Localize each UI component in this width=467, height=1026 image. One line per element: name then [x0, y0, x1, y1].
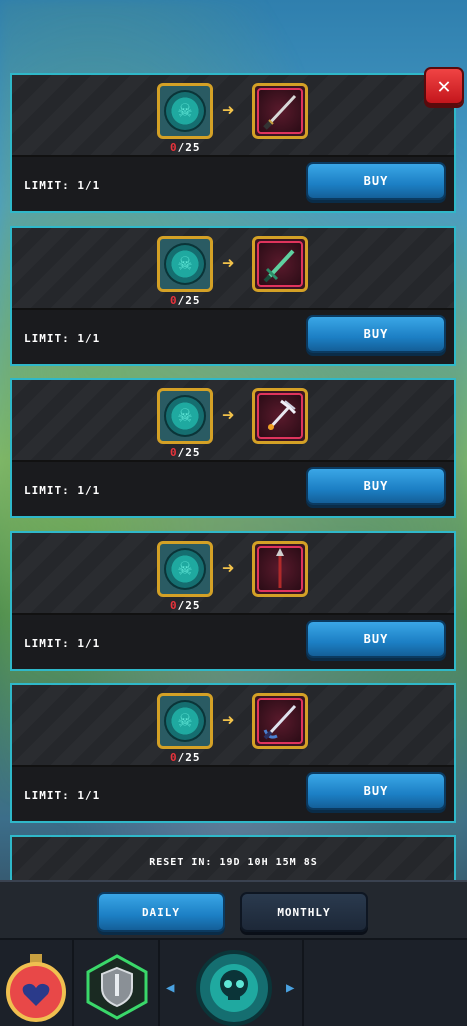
- offer-exchange-panel: ☠ ➜ 0/25: [12, 228, 454, 310]
- purchase-limit: LIMIT: 1/1: [24, 179, 101, 192]
- currency-slot-shield[interactable]: [74, 940, 160, 1026]
- token-count: 0/25: [170, 446, 201, 459]
- skull-token-icon: ☠: [164, 700, 206, 742]
- offer-exchange-panel: ☠ ➜ 0/25: [12, 533, 454, 615]
- offer-footer: LIMIT: 1/1 BUY: [12, 767, 454, 821]
- chevron-left-icon[interactable]: ◀: [166, 980, 174, 996]
- token-count: 0/25: [170, 599, 201, 612]
- arrow-right-icon: ➜: [222, 556, 235, 580]
- token-count: 0/25: [170, 141, 201, 154]
- silver-trident-icon: [267, 399, 297, 431]
- offer-footer: LIMIT: 1/1 BUY: [12, 615, 454, 669]
- tab-daily[interactable]: DAILY: [97, 892, 225, 932]
- purchase-limit: LIMIT: 1/1: [24, 637, 101, 650]
- offer-exchange-panel: ☠ ➜ 0/25: [12, 685, 454, 767]
- token-count: 0/25: [170, 751, 201, 764]
- tab-monthly[interactable]: MONTHLY: [240, 892, 368, 932]
- shield-badge-icon: [86, 954, 148, 1020]
- reward-item-slot[interactable]: [252, 541, 308, 597]
- purchase-limit: LIMIT: 1/1: [24, 789, 101, 802]
- offer-card: ☠ ➜ 0/25 LIMIT: 1/1 BUY: [10, 73, 456, 213]
- rapier-icon: [263, 704, 297, 740]
- chevron-right-icon[interactable]: ▶: [286, 980, 294, 996]
- purchase-limit: LIMIT: 1/1: [24, 332, 101, 345]
- offer-card: ☠ ➜ 0/25 LIMIT: 1/1 BUY: [10, 226, 456, 366]
- buy-button[interactable]: BUY: [306, 620, 446, 658]
- buy-button[interactable]: BUY: [306, 162, 446, 200]
- arrow-right-icon: ➜: [222, 708, 235, 732]
- skull-token-icon: ☠: [164, 548, 206, 590]
- currency-selector-bar: ◀ ▶: [0, 938, 467, 1026]
- buy-button[interactable]: BUY: [306, 315, 446, 353]
- offer-footer: LIMIT: 1/1 BUY: [12, 310, 454, 364]
- arrow-right-icon: ➜: [222, 98, 235, 122]
- heart-potion-icon: [6, 954, 66, 1022]
- offer-footer: LIMIT: 1/1 BUY: [12, 462, 454, 516]
- offer-card: ☠ ➜ 0/25 LIMIT: 1/1 BUY: [10, 683, 456, 823]
- offer-exchange-panel: ☠ ➜ 0/25: [12, 75, 454, 157]
- skull-token-slot: ☠: [157, 541, 213, 597]
- skull-token-icon: [196, 950, 272, 1026]
- skull-token-slot: ☠: [157, 388, 213, 444]
- reward-item-slot[interactable]: [252, 236, 308, 292]
- skull-token-slot: ☠: [157, 83, 213, 139]
- reset-timer: RESET IN: 19D 10H 15M 8S: [149, 857, 318, 868]
- reward-item-slot[interactable]: [252, 693, 308, 749]
- currency-slot-potion[interactable]: [0, 940, 74, 1026]
- arrow-right-icon: ➜: [222, 403, 235, 427]
- crimson-spear-icon: [276, 548, 284, 588]
- skull-token-icon: ☠: [164, 243, 206, 285]
- currency-slot-skull-token[interactable]: ◀ ▶: [160, 940, 304, 1026]
- period-tab-bar: DAILY MONTHLY: [0, 880, 467, 940]
- skull-token-icon: ☠: [164, 90, 206, 132]
- skull-token-icon: ☠: [164, 395, 206, 437]
- offer-exchange-panel: ☠ ➜ 0/25: [12, 380, 454, 462]
- skull-token-slot: ☠: [157, 693, 213, 749]
- reward-item-slot[interactable]: [252, 388, 308, 444]
- reward-item-slot[interactable]: [252, 83, 308, 139]
- skull-token-slot: ☠: [157, 236, 213, 292]
- buy-button[interactable]: BUY: [306, 467, 446, 505]
- offer-footer: LIMIT: 1/1 BUY: [12, 157, 454, 211]
- close-button[interactable]: ✕: [424, 67, 464, 105]
- offer-card: ☠ ➜ 0/25 LIMIT: 1/1 BUY: [10, 531, 456, 671]
- buy-button[interactable]: BUY: [306, 772, 446, 810]
- purchase-limit: LIMIT: 1/1: [24, 484, 101, 497]
- green-sword-icon: [263, 249, 295, 283]
- arrow-right-icon: ➜: [222, 251, 235, 275]
- token-count: 0/25: [170, 294, 201, 307]
- dark-katana-icon: [263, 94, 297, 130]
- offer-card: ☠ ➜ 0/25 LIMIT: 1/1 BUY: [10, 378, 456, 518]
